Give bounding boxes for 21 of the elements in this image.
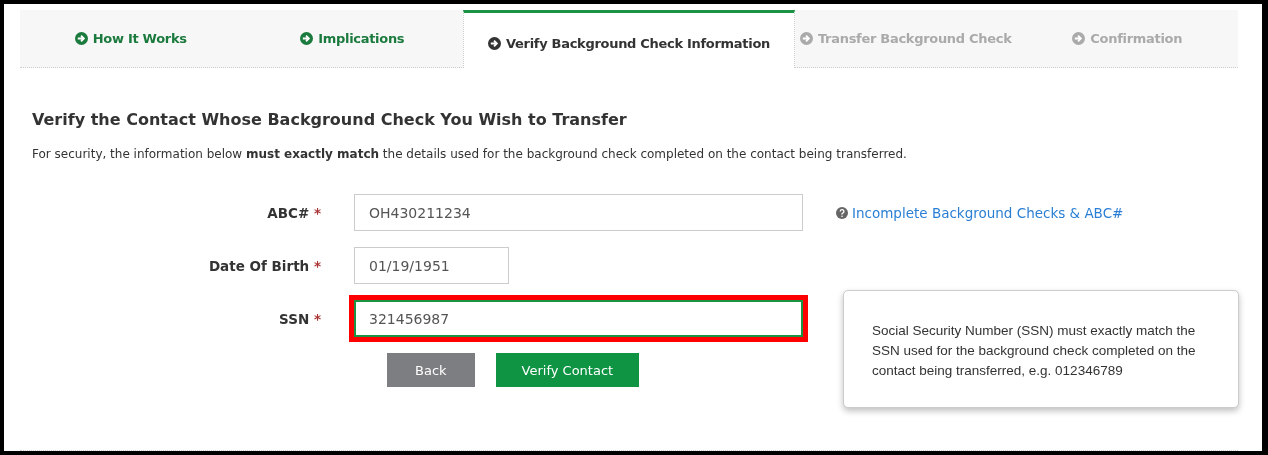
field-label: ABC# * bbox=[266, 204, 322, 221]
help-link[interactable]: Incomplete Background Checks & ABC# bbox=[836, 204, 1124, 221]
tab[interactable]: Implications bbox=[241, 10, 463, 67]
tab[interactable]: Verify Background Check Information bbox=[463, 10, 795, 68]
back-button[interactable]: Back bbox=[387, 353, 475, 387]
tooltip: Social Security Number (SSN) must exactly match the SSN used for the background check completed on the contact being transferred, e.g. 012346789 bbox=[843, 290, 1239, 408]
arrow-circle-icon bbox=[1072, 31, 1086, 45]
tab[interactable]: How It Works bbox=[20, 10, 242, 67]
arrow-circle-icon bbox=[800, 31, 813, 45]
arrow-circle-icon bbox=[488, 37, 501, 50]
verify-button[interactable]: Verify Contact bbox=[495, 353, 640, 387]
arrow-circle-icon bbox=[300, 31, 314, 45]
section-heading: Verify the Contact Whose Background Check You Wish to Transfer bbox=[32, 110, 628, 129]
arrow-circle-icon bbox=[74, 31, 88, 45]
field-label: Date Of Birth * bbox=[207, 257, 322, 274]
input-field[interactable]: OH430211234 bbox=[354, 194, 803, 231]
intro-text: For security, the information below must exactly match the details used for the background check completed on the contact being transferred. bbox=[32, 147, 908, 161]
input-field[interactable]: 321456987 bbox=[354, 300, 803, 337]
input-field[interactable]: 01/19/1951 bbox=[354, 247, 509, 284]
help-icon bbox=[836, 206, 848, 219]
field-label: SSN * bbox=[278, 310, 322, 327]
